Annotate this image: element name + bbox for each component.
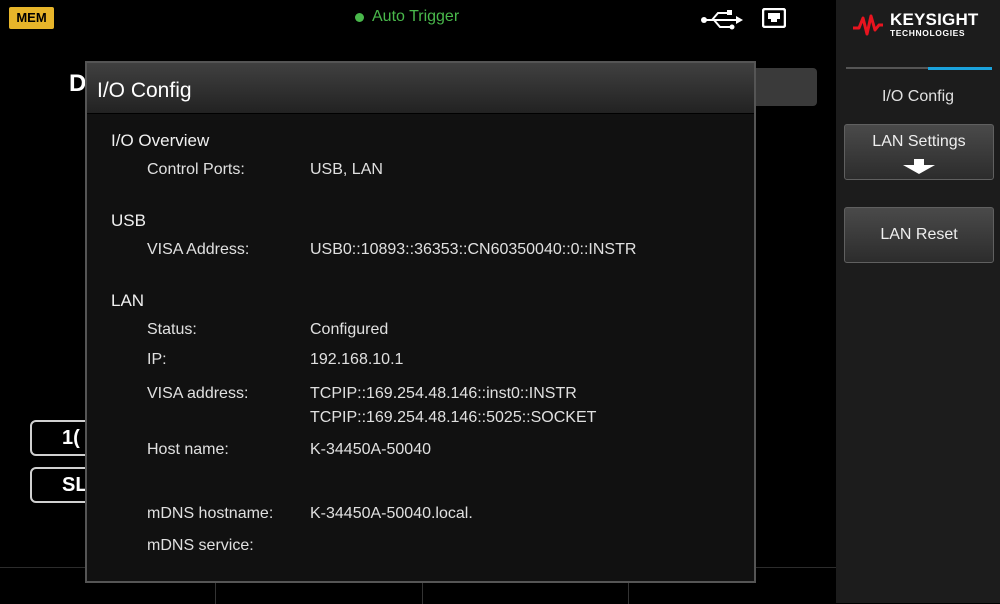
keysight-wave-icon <box>853 14 883 35</box>
control-ports-label: Control Ports: <box>147 161 245 178</box>
arrow-down-icon <box>903 159 935 174</box>
mdns-hostname-label: mDNS hostname: <box>147 505 274 522</box>
lan-reset-button[interactable]: LAN Reset <box>844 207 994 263</box>
control-ports-value: USB, LAN <box>310 161 383 178</box>
trigger-label: Auto Trigger <box>372 8 460 25</box>
usb-visa-label: VISA Address: <box>147 241 250 258</box>
trigger-status: Auto Trigger <box>355 8 459 26</box>
mem-badge: MEM <box>9 7 54 29</box>
io-config-dialog: I/O Config I/O Overview Control Ports: U… <box>85 61 756 583</box>
ip-value: 192.168.10.1 <box>310 351 404 368</box>
status-bar: MEM Auto Trigger <box>0 0 836 40</box>
lan-port-icon <box>762 8 786 28</box>
brand-subtitle: TECHNOLOGIES <box>890 28 966 38</box>
host-name-value: K-34450A-50040 <box>310 441 431 458</box>
usb-icon <box>701 10 743 30</box>
lan-settings-button[interactable]: LAN Settings <box>844 124 994 180</box>
trigger-dot-icon <box>355 12 364 22</box>
menu-title: I/O Config <box>881 88 955 105</box>
host-name-label: Host name: <box>147 441 229 458</box>
section-title-overview: I/O Overview <box>111 131 210 150</box>
lan-visa-value-2: TCPIP::169.254.48.146::5025::SOCKET <box>310 409 597 426</box>
lan-visa-label: VISA address: <box>147 385 249 402</box>
mdns-service-label: mDNS service: <box>147 537 254 554</box>
keysight-logo: KEYSIGHT TECHNOLOGIES <box>852 11 979 38</box>
status-value: Configured <box>310 321 389 338</box>
ip-label: IP: <box>147 351 167 368</box>
status-label: Status: <box>147 321 197 338</box>
background-display-text: D <box>69 70 87 97</box>
softkey-panel: KEYSIGHT TECHNOLOGIES I/O Config LAN Set… <box>836 0 1000 603</box>
main-screen: MEM Auto Trigger D 1( SL I/O Config I/O <box>0 0 836 604</box>
dialog-title: I/O Config <box>87 63 754 114</box>
menu-title-accent <box>928 67 992 70</box>
section-title-lan: LAN <box>111 291 145 310</box>
mdns-hostname-value: K-34450A-50040.local. <box>310 505 473 522</box>
lan-settings-label: LAN Settings <box>872 133 966 150</box>
brand-name: KEYSIGHT <box>890 10 979 29</box>
lan-visa-value-1: TCPIP::169.254.48.146::inst0::INSTR <box>310 385 577 402</box>
section-title-usb: USB <box>111 211 146 230</box>
usb-visa-value: USB0::10893::36353::CN60350040::0::INSTR <box>310 241 637 258</box>
